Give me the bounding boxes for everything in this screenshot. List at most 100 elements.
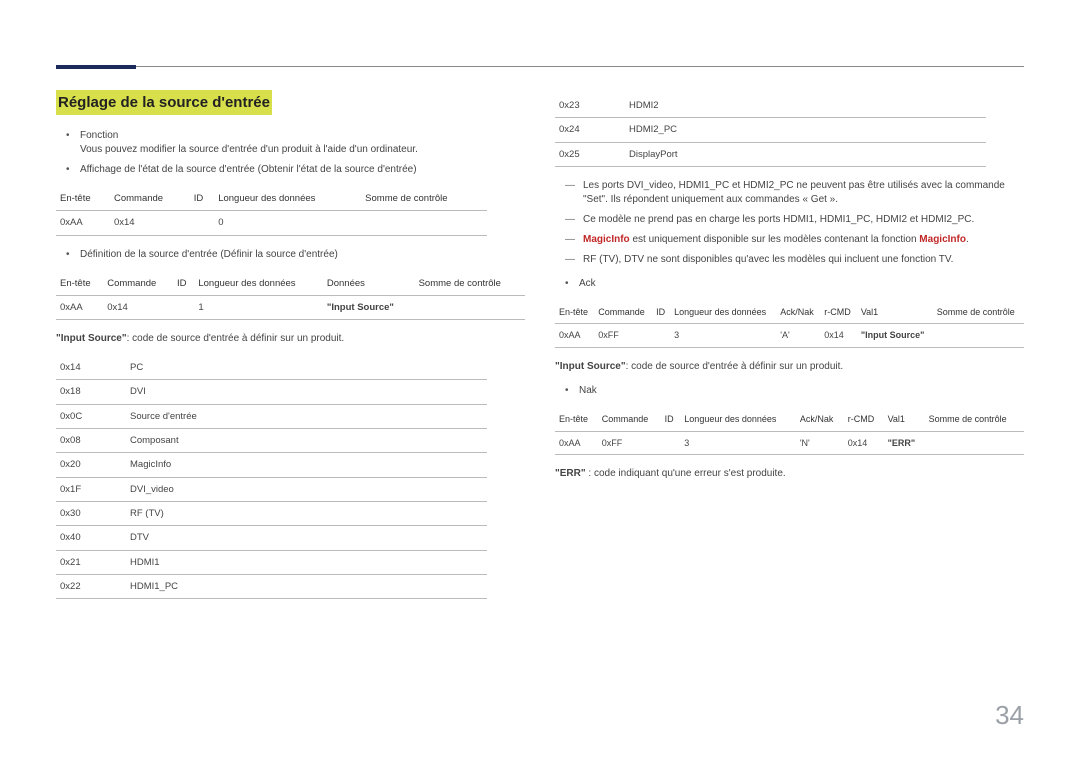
table-row: 0x14PC: [56, 356, 487, 380]
source-code: 0x24: [555, 118, 625, 142]
th: Val1: [857, 301, 933, 324]
source-name: MagicInfo: [126, 453, 487, 477]
source-name: DVI_video: [126, 477, 487, 501]
page: Réglage de la source d'entrée Fonction V…: [0, 0, 1080, 763]
text: est uniquement disponible sur les modèle…: [630, 234, 920, 245]
definition-item: Définition de la source d'entrée (Défini…: [70, 248, 525, 262]
td: 0x14: [103, 295, 173, 319]
right-column: 0x23HDMI20x24HDMI2_PC0x25DisplayPort Les…: [555, 90, 1024, 611]
source-code: 0x0C: [56, 404, 126, 428]
td: 0x14: [820, 324, 857, 348]
th: En-tête: [56, 187, 110, 211]
note-bold: "Input Source": [56, 333, 127, 344]
th: ID: [661, 408, 681, 431]
th: Somme de contrôle: [361, 187, 487, 211]
note-rest: : code de source d'entrée à définir sur …: [626, 361, 844, 372]
table-row: 0x30RF (TV): [56, 501, 487, 525]
source-code: 0x40: [56, 526, 126, 550]
ack-label: Ack: [569, 277, 1024, 291]
td: 3: [680, 431, 796, 455]
source-code: 0x18: [56, 380, 126, 404]
th: Somme de contrôle: [415, 272, 525, 296]
source-code: 0x30: [56, 501, 126, 525]
source-name: DVI: [126, 380, 487, 404]
td: 0xAA: [555, 324, 594, 348]
magicinfo-label: MagicInfo: [919, 234, 966, 245]
table-row: 0x18DVI: [56, 380, 487, 404]
table-row: 0x40DTV: [56, 526, 487, 550]
source-list-right: 0x23HDMI20x24HDMI2_PC0x25DisplayPort: [555, 94, 986, 167]
th: Longueur des données: [670, 301, 776, 324]
header-accent: [56, 65, 136, 69]
err-note: "ERR" : code indiquant qu'une erreur s'e…: [555, 467, 1024, 481]
columns: Réglage de la source d'entrée Fonction V…: [56, 90, 1024, 611]
th: Somme de contrôle: [933, 301, 1024, 324]
td: 3: [670, 324, 776, 348]
affichage-item: Affichage de l'état de la source d'entré…: [70, 163, 525, 177]
table-get: En-tête Commande ID Longueur des données…: [56, 187, 487, 236]
source-code: 0x25: [555, 142, 625, 166]
th: Val1: [884, 408, 925, 431]
magicinfo-label: MagicInfo: [583, 234, 630, 245]
source-code: 0x20: [56, 453, 126, 477]
table-row: 0x25DisplayPort: [555, 142, 986, 166]
header-rule: [56, 66, 1024, 67]
td: [925, 431, 1024, 455]
source-code: 0x08: [56, 429, 126, 453]
th: Longueur des données: [214, 187, 361, 211]
th: Commande: [598, 408, 661, 431]
dash-note: RF (TV), DTV ne sont disponibles qu'avec…: [569, 253, 1024, 267]
source-name: Source d'entrée: [126, 404, 487, 428]
source-code: 0x1F: [56, 477, 126, 501]
source-name: HDMI2: [625, 94, 986, 118]
source-code: 0x14: [56, 356, 126, 380]
th: En-tête: [56, 272, 103, 296]
td: "Input Source": [323, 295, 415, 319]
source-name: RF (TV): [126, 501, 487, 525]
td: "Input Source": [857, 324, 933, 348]
td: 0x14: [110, 211, 190, 235]
th: ID: [190, 187, 214, 211]
td: [415, 295, 525, 319]
th: Longueur des données: [194, 272, 323, 296]
th: r-CMD: [820, 301, 857, 324]
input-source-note-2: "Input Source": code de source d'entrée …: [555, 360, 1024, 374]
td: "ERR": [884, 431, 925, 455]
th: Commande: [110, 187, 190, 211]
input-source-note: "Input Source": code de source d'entrée …: [56, 332, 525, 346]
table-nak: En-tête Commande ID Longueur des données…: [555, 408, 1024, 455]
fonction-desc: Vous pouvez modifier la source d'entrée …: [80, 144, 418, 155]
note-rest: : code de source d'entrée à définir sur …: [127, 333, 345, 344]
section-heading: Réglage de la source d'entrée: [56, 90, 272, 115]
source-code: 0x22: [56, 574, 126, 598]
th: Somme de contrôle: [925, 408, 1024, 431]
td: [173, 295, 194, 319]
table-row: 0x20MagicInfo: [56, 453, 487, 477]
th: ID: [652, 301, 670, 324]
source-name: HDMI1: [126, 550, 487, 574]
td: [361, 211, 487, 235]
td: 0: [214, 211, 361, 235]
dash-note: Les ports DVI_video, HDMI1_PC et HDMI2_P…: [569, 179, 1024, 207]
fonction-label: Fonction: [80, 130, 118, 141]
source-name: HDMI1_PC: [126, 574, 487, 598]
dash-note: Ce modèle ne prend pas en charge les por…: [569, 213, 1024, 227]
td: [190, 211, 214, 235]
table-row: 0x0CSource d'entrée: [56, 404, 487, 428]
th: Commande: [594, 301, 652, 324]
source-name: HDMI2_PC: [625, 118, 986, 142]
source-name: DisplayPort: [625, 142, 986, 166]
source-code: 0x21: [56, 550, 126, 574]
td: [933, 324, 1024, 348]
note-bold: "Input Source": [555, 361, 626, 372]
dash-note-magicinfo: MagicInfo est uniquement disponible sur …: [569, 233, 1024, 247]
th: En-tête: [555, 301, 594, 324]
source-name: PC: [126, 356, 487, 380]
td: 'A': [776, 324, 820, 348]
th: Commande: [103, 272, 173, 296]
table-ack: En-tête Commande ID Longueur des données…: [555, 301, 1024, 348]
th: ID: [173, 272, 194, 296]
text: .: [966, 234, 969, 245]
source-code: 0x23: [555, 94, 625, 118]
th: En-tête: [555, 408, 598, 431]
